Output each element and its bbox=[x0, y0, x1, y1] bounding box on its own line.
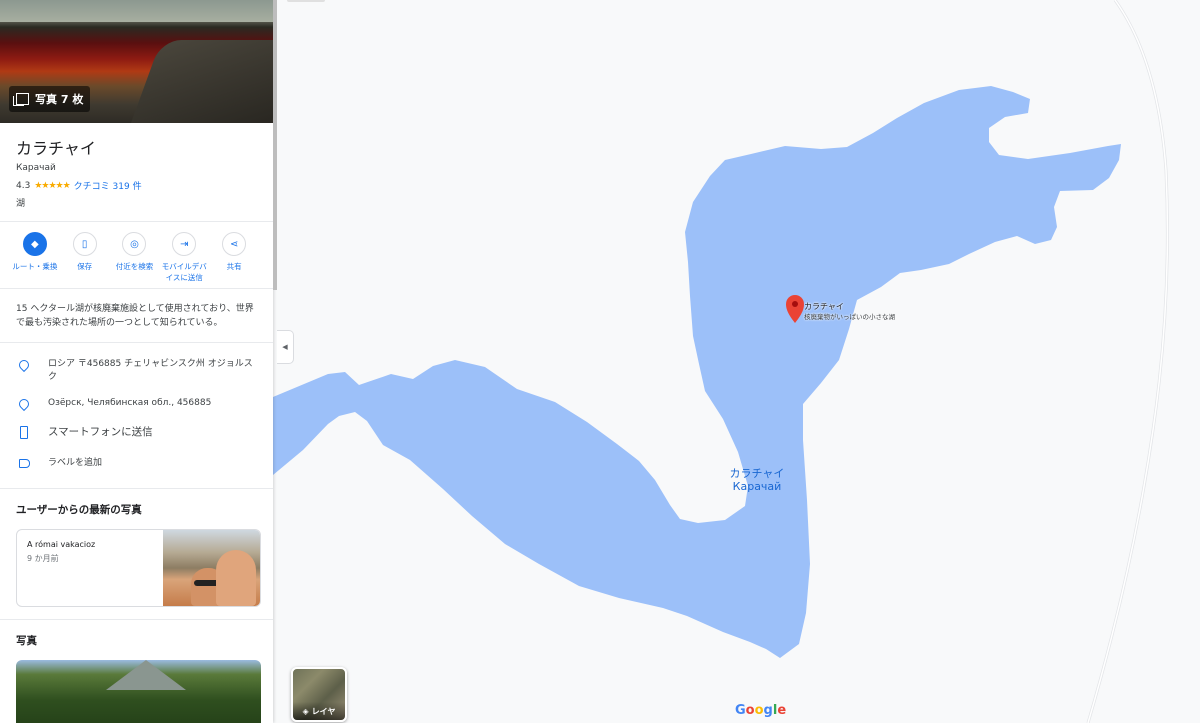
logo-letter: G bbox=[735, 703, 746, 718]
place-category: 湖 bbox=[16, 199, 26, 209]
photo-card-time: 9 か月前 bbox=[27, 554, 59, 563]
photo-card-meta: A római vakacioz 9 か月前 bbox=[17, 530, 163, 606]
layers-icon: ◈ bbox=[302, 706, 309, 716]
marker-label[interactable]: カラチャイ 核廃棄物がいっぱいの小さな湖 bbox=[804, 302, 895, 322]
place-subtitle: Карачай bbox=[16, 163, 56, 173]
marker-subtitle: 核廃棄物がいっぱいの小さな湖 bbox=[804, 313, 895, 321]
photos-button[interactable]: 写真 7 枚 bbox=[9, 86, 91, 112]
marker-title: カラチャイ bbox=[804, 302, 844, 311]
map-canvas[interactable] bbox=[273, 0, 1200, 723]
photo-mountain bbox=[106, 660, 186, 690]
logo-letter: g bbox=[763, 703, 773, 718]
directions-label: ルート・乗換 bbox=[12, 262, 58, 271]
lake-label-ru: Карачай bbox=[732, 480, 782, 493]
hero-photo[interactable]: 写真 7 枚 bbox=[0, 0, 273, 123]
layers-label-bar: ◈ レイヤ bbox=[293, 702, 345, 720]
photo-card-title: A római vakacioz bbox=[27, 540, 96, 549]
share-icon: ⋖ bbox=[222, 232, 247, 256]
logo-letter: e bbox=[777, 703, 787, 718]
photo-thumbnail[interactable] bbox=[16, 660, 261, 723]
rating-row: 4.3 ★★★★★ クチコミ 319 件 bbox=[16, 179, 273, 193]
thumbnail-person bbox=[216, 550, 256, 606]
reviews-link[interactable]: クチコミ 319 件 bbox=[74, 179, 142, 192]
search-box-edge bbox=[287, 0, 325, 2]
user-photo-card[interactable]: A római vakacioz 9 か月前 bbox=[16, 529, 261, 607]
share-button[interactable]: ⋖ 共有 bbox=[209, 232, 259, 288]
rating-value: 4.3 bbox=[16, 180, 31, 191]
address-ru-row[interactable]: Озёрск, Челябинская обл., 456885 bbox=[0, 396, 273, 412]
add-label-row[interactable]: ラベルを追加 bbox=[0, 457, 273, 471]
add-label-text: ラベルを追加 bbox=[48, 458, 103, 468]
directions-icon: ◆ bbox=[22, 232, 47, 256]
logo-letter: o bbox=[745, 703, 755, 718]
place-title: カラチャイ bbox=[16, 139, 96, 158]
google-logo: Google bbox=[735, 703, 786, 718]
photos-button-label: 写真 7 枚 bbox=[35, 93, 84, 106]
logo-letter: o bbox=[754, 703, 764, 718]
send-to-device-label: モバイルデバイスに送信 bbox=[161, 262, 207, 282]
user-photos-title: ユーザーからの最新の写真 bbox=[16, 504, 142, 516]
panel-scrollbar[interactable] bbox=[273, 0, 277, 290]
action-bar: ◆ ルート・乗換 ▯ 保存 ◎ 付近を検索 ⇥ モバイルデバイスに送信 ⋖ 共有 bbox=[0, 222, 273, 288]
save-label: 保存 bbox=[77, 262, 93, 271]
directions-button[interactable]: ◆ ルート・乗換 bbox=[10, 232, 60, 288]
layers-button[interactable]: ◈ レイヤ bbox=[291, 667, 347, 722]
place-panel: 写真 7 枚 カラチャイ Карачай 4.3 ★★★★★ クチコミ 319 … bbox=[0, 0, 273, 723]
collapse-panel-button[interactable]: ◀ bbox=[277, 330, 294, 364]
send-to-phone-icon bbox=[16, 426, 32, 442]
share-label: 共有 bbox=[226, 262, 242, 271]
nearby-label: 付近を検索 bbox=[115, 262, 154, 271]
location-pin-icon bbox=[16, 357, 32, 373]
divider bbox=[0, 488, 273, 489]
send-to-device-button[interactable]: ⇥ モバイルデバイスに送信 bbox=[159, 232, 209, 288]
nearby-button[interactable]: ◎ 付近を検索 bbox=[110, 232, 160, 288]
address-ja: ロシア 〒456885 チェリャビンスク州 オジョルスク bbox=[48, 359, 253, 382]
address-ru: Озёрск, Челябинская обл., 456885 bbox=[48, 398, 212, 408]
bookmark-icon: ▯ bbox=[72, 232, 97, 256]
chevron-left-icon: ◀ bbox=[282, 343, 288, 351]
lake-label-ja: カラチャイ bbox=[729, 467, 785, 480]
address-ja-row[interactable]: ロシア 〒456885 チェリャビンスク州 オジョルスク bbox=[0, 357, 273, 384]
send-to-phone-label: スマートフォンに送信 bbox=[48, 426, 153, 438]
hero-sky bbox=[0, 0, 273, 22]
rating-stars: ★★★★★ bbox=[34, 180, 70, 191]
place-description: 15 ヘクタール湖が核廃棄施設として使用されており、世界で最も汚染された場所の一… bbox=[16, 304, 254, 328]
layers-label: レイヤ bbox=[311, 706, 336, 716]
divider bbox=[0, 619, 273, 620]
lake-label[interactable]: カラチャイ Карачай bbox=[710, 467, 804, 493]
save-button[interactable]: ▯ 保存 bbox=[60, 232, 110, 288]
location-pin-icon bbox=[16, 396, 32, 412]
nearby-icon: ◎ bbox=[122, 232, 147, 256]
map-svg bbox=[273, 0, 1200, 723]
photos-section-title: 写真 bbox=[16, 635, 37, 647]
divider bbox=[0, 342, 273, 343]
send-to-phone-row[interactable]: スマートフォンに送信 bbox=[0, 426, 273, 442]
label-icon bbox=[16, 457, 32, 471]
send-to-phone-icon: ⇥ bbox=[172, 232, 197, 256]
photo-gallery-icon bbox=[13, 93, 29, 106]
hero-rock bbox=[124, 40, 273, 123]
photo-card-thumbnail bbox=[163, 530, 260, 606]
